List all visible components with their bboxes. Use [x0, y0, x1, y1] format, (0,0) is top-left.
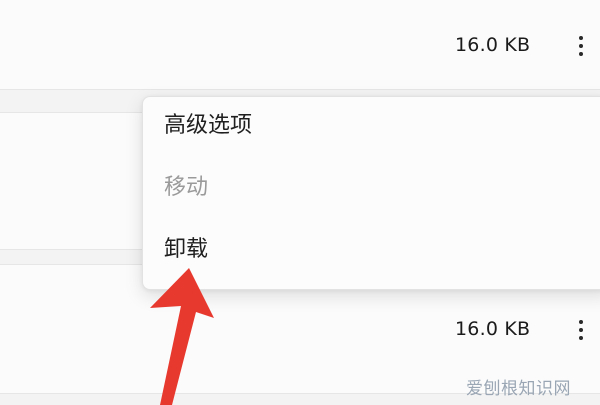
app-list-screen: 16.0 KB 16.0 KB 高级选项 移动 卸载 爱刨根知识网: [0, 0, 600, 405]
red-arrow-annotation: [150, 268, 214, 405]
watermark: 爱刨根知识网: [466, 379, 571, 399]
